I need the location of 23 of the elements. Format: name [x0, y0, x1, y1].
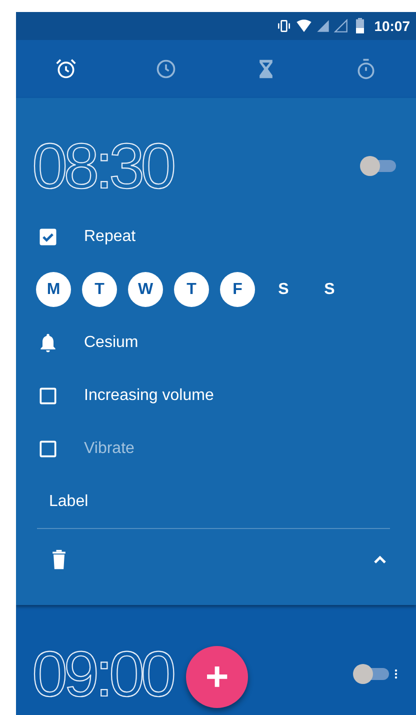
toggle-switch[interactable]	[353, 664, 389, 684]
alarm-time[interactable]: 08:30	[32, 134, 172, 198]
day-toggle[interactable]: T	[174, 272, 209, 307]
day-toggle[interactable]: M	[36, 272, 71, 307]
signal-icon	[316, 19, 330, 33]
alarm-time[interactable]: 09:00	[32, 642, 172, 706]
clock-icon[interactable]	[155, 58, 177, 80]
day-toggle[interactable]: S	[266, 272, 301, 307]
wifi-icon	[296, 18, 312, 34]
alarm-clock-icon[interactable]	[55, 58, 77, 80]
day-toggle[interactable]: S	[312, 272, 347, 307]
option-label[interactable]: Increasing volume	[84, 386, 214, 404]
vibrate-icon	[276, 18, 292, 34]
toggle-switch[interactable]	[360, 156, 396, 176]
option-label[interactable]: Repeat	[84, 228, 136, 246]
signal-icon	[334, 19, 348, 33]
label-field[interactable]: Label	[49, 492, 88, 510]
stopwatch-icon[interactable]	[355, 58, 377, 80]
day-toggle[interactable]: T	[82, 272, 117, 307]
ringtone-name[interactable]: Cesium	[84, 334, 138, 352]
day-toggle[interactable]: F	[220, 272, 255, 307]
day-toggle[interactable]: W	[128, 272, 163, 307]
clock-time: 10:07	[374, 18, 410, 34]
